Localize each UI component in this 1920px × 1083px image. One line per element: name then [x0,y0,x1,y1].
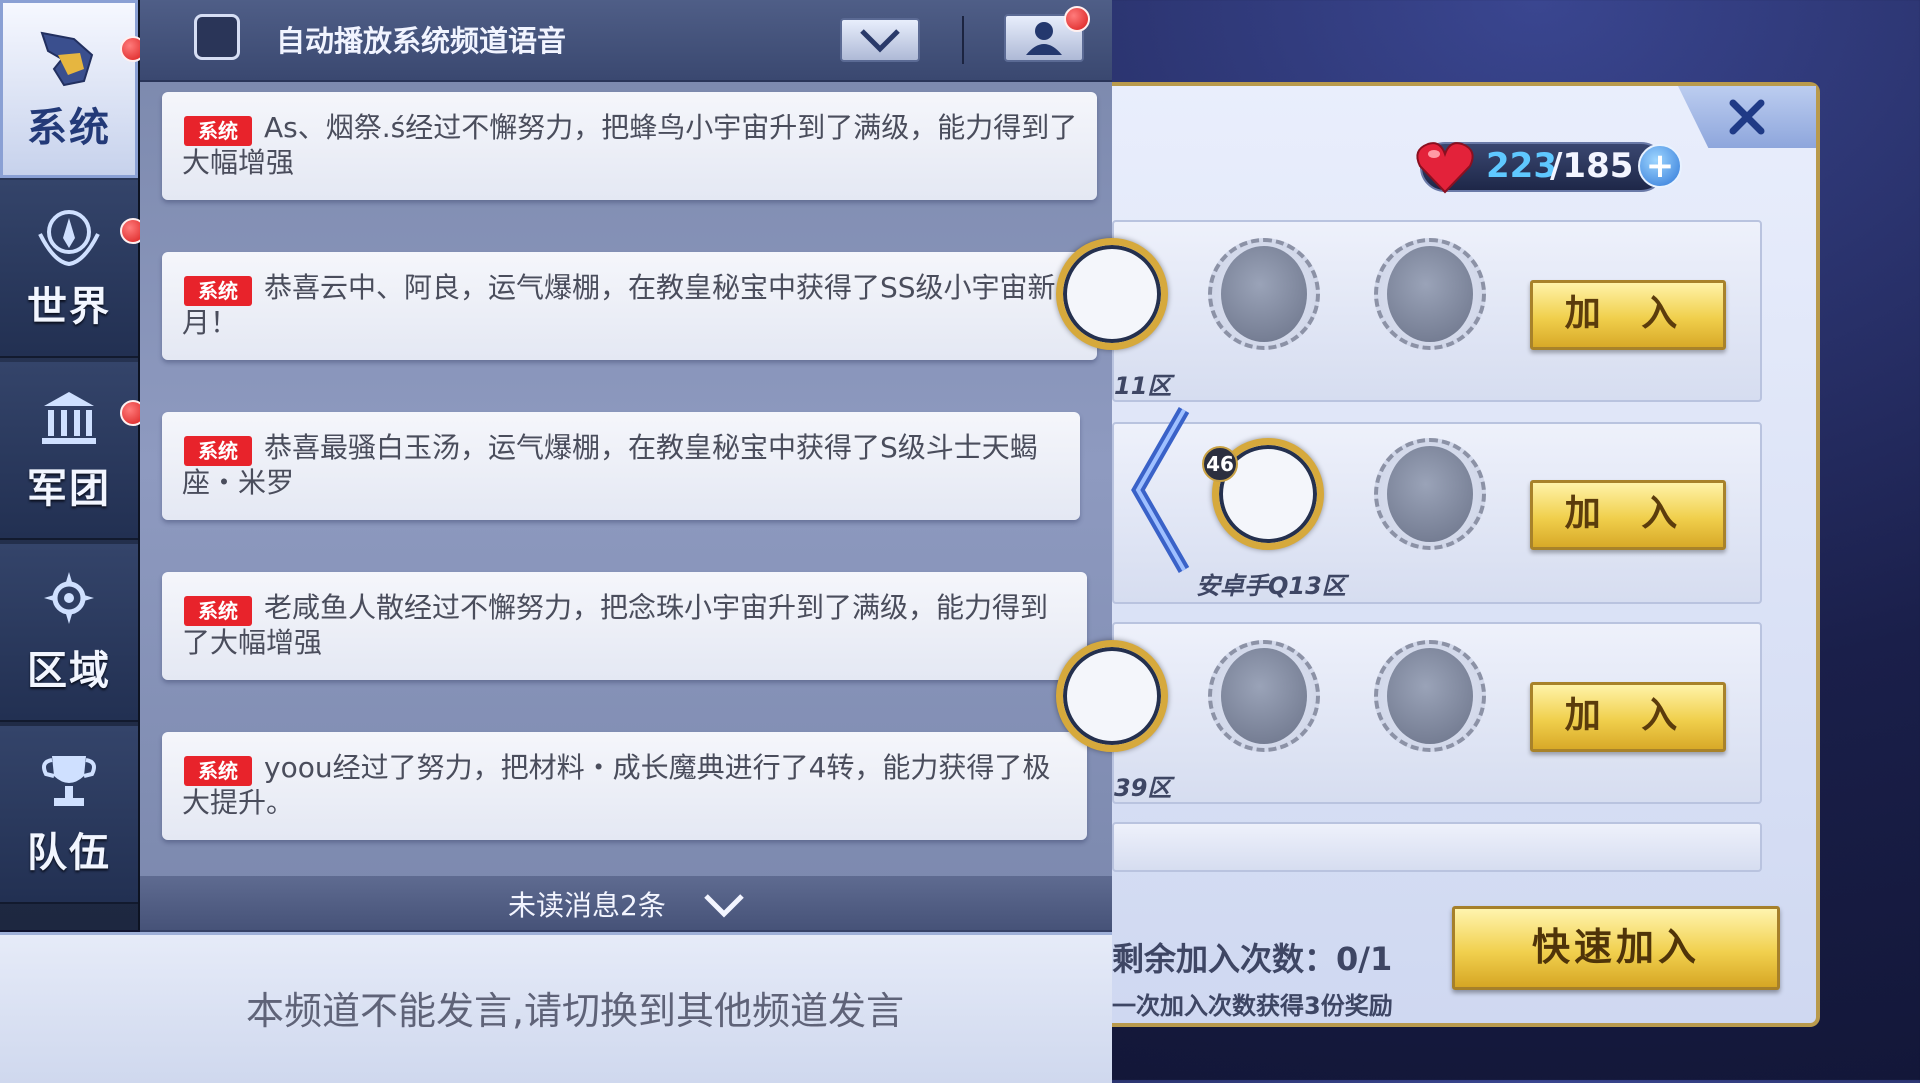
unread-messages-label: 未读消息2条 [508,889,666,922]
tab-region-label: 区域 [27,648,111,694]
profile-notification-dot [1064,6,1090,32]
join-team-button[interactable]: 加 入 [1530,480,1726,550]
empty-member-slot [1208,640,1320,752]
globe-emblem-icon [38,210,100,267]
add-stamina-button[interactable]: + [1638,144,1682,188]
silhouette-icon [1387,446,1473,542]
chat-message: 系统 恭喜云中、阿良，运气爆棚，在教皇秘宝中获得了SS级小宇宙新月！ [162,252,1097,360]
silhouette-icon [1387,246,1473,342]
tab-legion-label: 军团 [27,466,111,512]
temple-icon [42,392,96,444]
chat-message: 系统 恭喜最骚白玉汤，运气爆棚，在教皇秘宝中获得了S级斗士天蝎座・米罗 [162,412,1080,520]
team-leader-avatar [1056,640,1168,752]
join-team-button[interactable]: 加 入 [1530,682,1726,752]
autoplay-voice-label: 自动播放系统频道语音 [276,24,567,58]
tab-world[interactable]: 世界 [0,180,138,358]
silhouette-icon [1221,246,1307,342]
chat-message: 系统 老咸鱼人散经过不懈努力，把念珠小宇宙升到了满级，能力得到了大幅增强 [162,572,1087,680]
join-team-button[interactable]: 加 入 [1530,280,1726,350]
chat-message-text: 恭喜最骚白玉汤，运气爆棚，在教皇秘宝中获得了S级斗士天蝎座・米罗 [182,431,1038,499]
empty-member-slot [1208,238,1320,350]
chat-message: 系统 yoou经过了努力，把材料・成长魔典进行了4转，能力获得了极大提升。 [162,732,1087,840]
chat-message-text: yoou经过了努力，把材料・成长魔典进行了4转，能力获得了极大提升。 [182,751,1051,819]
tab-world-label: 世界 [27,284,111,330]
team-server-label: 11区 [1114,372,1172,400]
player-level-badge: 46 [1202,446,1238,482]
stamina-current-value: 223 [1486,146,1557,186]
chat-message-text: 恭喜云中、阿良，运气爆棚，在教皇秘宝中获得了SS级小宇宙新月！ [182,271,1056,339]
remaining-join-count: 剩余加入次数：0/1 [1112,940,1393,978]
user-icon [1026,22,1062,55]
chat-message-text: 老咸鱼人散经过不懈努力，把念珠小宇宙升到了满级，能力得到了大幅增强 [182,591,1049,659]
tab-system-label: 系统 [27,105,111,151]
close-icon [1729,99,1765,135]
team-leader-avatar [1056,238,1168,350]
empty-member-slot [1374,238,1486,350]
gear-star-icon [44,572,94,624]
tab-team[interactable]: 队伍 [0,726,138,904]
chat-message-text: As、烟祭.ś经过不懈努力，把蜂鸟小宇宙升到了满级，能力得到了大幅增强 [182,111,1078,179]
channel-dropdown-button[interactable] [840,18,920,62]
chat-message: 系统 As、烟祭.ś经过不懈努力，把蜂鸟小宇宙升到了满级，能力得到了大幅增强 [162,92,1097,200]
tab-system[interactable]: 系统 [0,0,138,178]
trophy-icon [42,756,96,806]
reward-hint-text: 一次加入次数获得3份奖励 [1112,992,1393,1020]
channel-tab-column: 系统 世界 军团 区域 队伍 [0,0,140,930]
heart-icon [1416,142,1474,194]
chevron-down-icon [860,29,900,53]
stamina-max-value: /185 [1550,146,1634,186]
helmet-icon [40,31,94,87]
tab-legion[interactable]: 军团 [0,362,138,540]
channel-no-speak-notice: 本频道不能发言,请切换到其他频道发言 [245,989,905,1033]
silhouette-icon [1387,648,1473,744]
chevron-down-icon[interactable] [700,890,748,920]
empty-member-slot [1374,438,1486,550]
quick-join-button[interactable]: 快速加入 [1452,906,1780,990]
team-server-label: 39区 [1114,774,1172,802]
tab-region[interactable]: 区域 [0,544,138,722]
autoplay-voice-checkbox[interactable] [194,14,240,60]
tab-team-label: 队伍 [27,830,111,876]
silhouette-icon [1221,648,1307,744]
team-server-label: 安卓手Q13区 [1196,572,1346,600]
header-divider [962,16,964,64]
team-row [1112,822,1762,872]
collapse-left-arrow-icon[interactable] [1128,400,1194,580]
empty-member-slot [1374,640,1486,752]
